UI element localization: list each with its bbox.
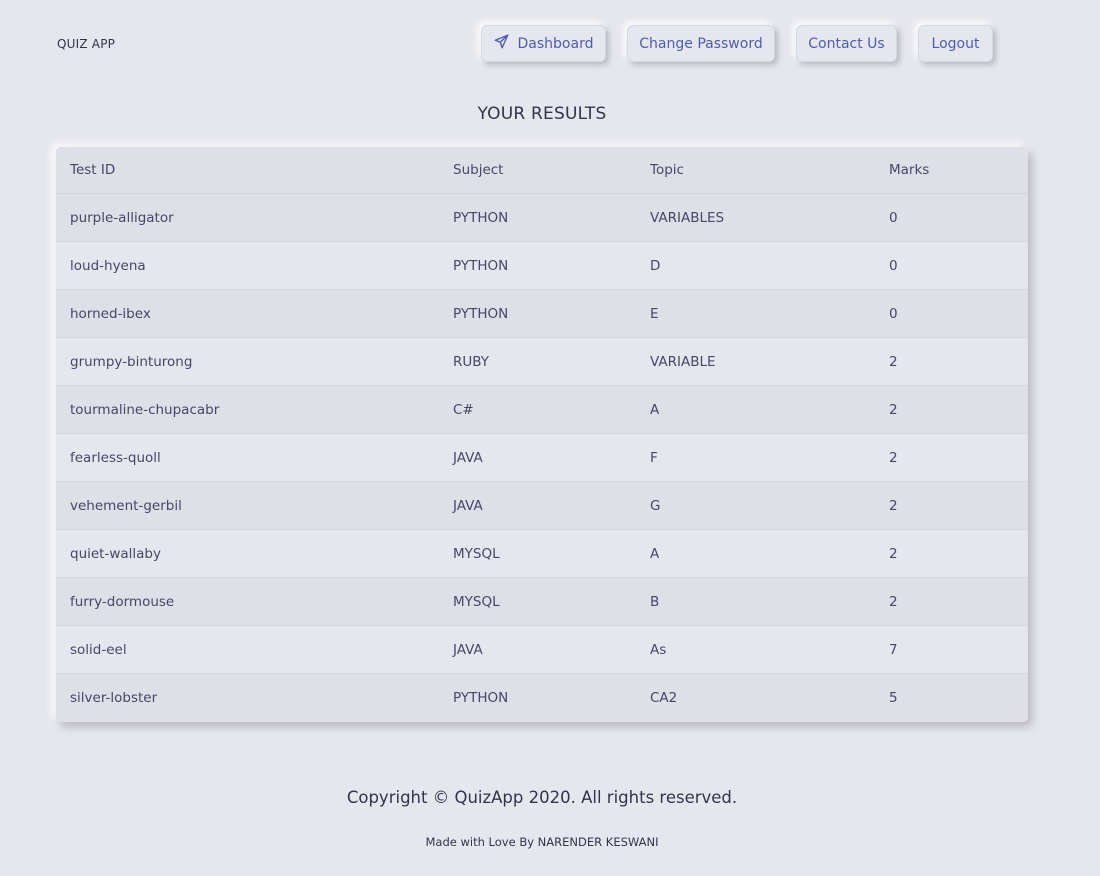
page-title: YOUR RESULTS <box>477 104 607 124</box>
cell-test-id: vehement-gerbil <box>70 497 182 514</box>
cell-topic: As <box>650 641 667 658</box>
header-topic: Topic <box>650 162 684 178</box>
cell-marks: 2 <box>889 401 898 418</box>
cell-topic: CA2 <box>650 690 678 706</box>
table-row: grumpy-binturong RUBY VARIABLE 2 <box>56 338 1028 386</box>
table-row: quiet-wallaby MYSQL A 2 <box>56 530 1028 578</box>
cell-test-id: furry-dormouse <box>70 593 175 610</box>
cell-topic: E <box>650 305 659 322</box>
cell-subject: JAVA <box>453 449 483 466</box>
dashboard-button[interactable]: Dashboard <box>481 25 606 62</box>
header-test-id: Test ID <box>70 162 116 178</box>
footer-copyright: Copyright © QuizApp 2020. All rights res… <box>346 788 738 807</box>
cell-topic: G <box>650 497 661 514</box>
cell-marks: 0 <box>889 257 898 274</box>
cell-test-id: fearless-quoll <box>70 449 161 466</box>
cell-test-id: silver-lobster <box>70 690 158 706</box>
table-row: solid-eel JAVA As 7 <box>56 626 1028 674</box>
table-row: horned-ibex PYTHON E 0 <box>56 290 1028 338</box>
cell-marks: 0 <box>889 305 898 322</box>
contact-us-button[interactable]: Contact Us <box>796 25 897 62</box>
table-header-row: Test ID Subject Topic Marks <box>56 147 1028 194</box>
cell-test-id: tourmaline-chupacabr <box>70 401 220 418</box>
cell-marks: 5 <box>889 690 898 706</box>
cell-topic: VARIABLES <box>650 209 725 226</box>
header-subject: Subject <box>453 162 504 178</box>
table-row: fearless-quoll JAVA F 2 <box>56 434 1028 482</box>
cell-marks: 7 <box>889 641 898 658</box>
change-password-button[interactable]: Change Password <box>627 25 775 62</box>
table-row: purple-alligator PYTHON VARIABLES 0 <box>56 194 1028 242</box>
top-nav: Dashboard Change Password Contact Us Log… <box>0 25 1100 65</box>
cell-subject: PYTHON <box>453 690 509 706</box>
cell-test-id: horned-ibex <box>70 305 151 322</box>
cell-subject: JAVA <box>453 497 483 514</box>
cell-subject: MYSQL <box>453 593 500 610</box>
table-row: tourmaline-chupacabr C# A 2 <box>56 386 1028 434</box>
header-marks: Marks <box>889 162 930 178</box>
cell-topic: A <box>650 545 660 562</box>
cell-topic: A <box>650 401 660 418</box>
cell-test-id: loud-hyena <box>70 257 146 274</box>
cell-subject: C# <box>453 401 474 418</box>
cell-test-id: purple-alligator <box>70 209 174 226</box>
cell-marks: 2 <box>889 449 898 466</box>
cell-marks: 0 <box>889 209 898 226</box>
table-row: loud-hyena PYTHON D 0 <box>56 242 1028 290</box>
cell-marks: 2 <box>889 545 898 562</box>
cell-topic: VARIABLE <box>650 353 716 370</box>
cell-topic: F <box>650 449 658 466</box>
table-row: vehement-gerbil JAVA G 2 <box>56 482 1028 530</box>
logout-button[interactable]: Logout <box>918 25 993 62</box>
cell-marks: 2 <box>889 593 898 610</box>
table-row: silver-lobster PYTHON CA2 5 <box>56 674 1028 722</box>
cell-test-id: quiet-wallaby <box>70 545 161 562</box>
cell-test-id: grumpy-binturong <box>70 353 193 370</box>
cell-topic: B <box>650 593 660 610</box>
cell-topic: D <box>650 257 661 274</box>
paper-plane-icon <box>494 34 509 53</box>
cell-marks: 2 <box>889 497 898 514</box>
footer-credit: Made with Love By NARENDER KESWANI <box>425 835 659 849</box>
dashboard-label: Dashboard <box>517 35 594 52</box>
cell-subject: JAVA <box>453 641 483 658</box>
cell-subject: PYTHON <box>453 305 509 322</box>
results-page: QUIZ APP Dashboard Change Password Conta… <box>0 0 1100 876</box>
cell-marks: 2 <box>889 353 898 370</box>
cell-subject: RUBY <box>453 353 490 370</box>
table-row: furry-dormouse MYSQL B 2 <box>56 578 1028 626</box>
cell-subject: MYSQL <box>453 545 500 562</box>
cell-subject: PYTHON <box>453 257 509 274</box>
results-table: Test ID Subject Topic Marks purple-allig… <box>56 147 1028 722</box>
cell-test-id: solid-eel <box>70 641 127 658</box>
cell-subject: PYTHON <box>453 209 509 226</box>
